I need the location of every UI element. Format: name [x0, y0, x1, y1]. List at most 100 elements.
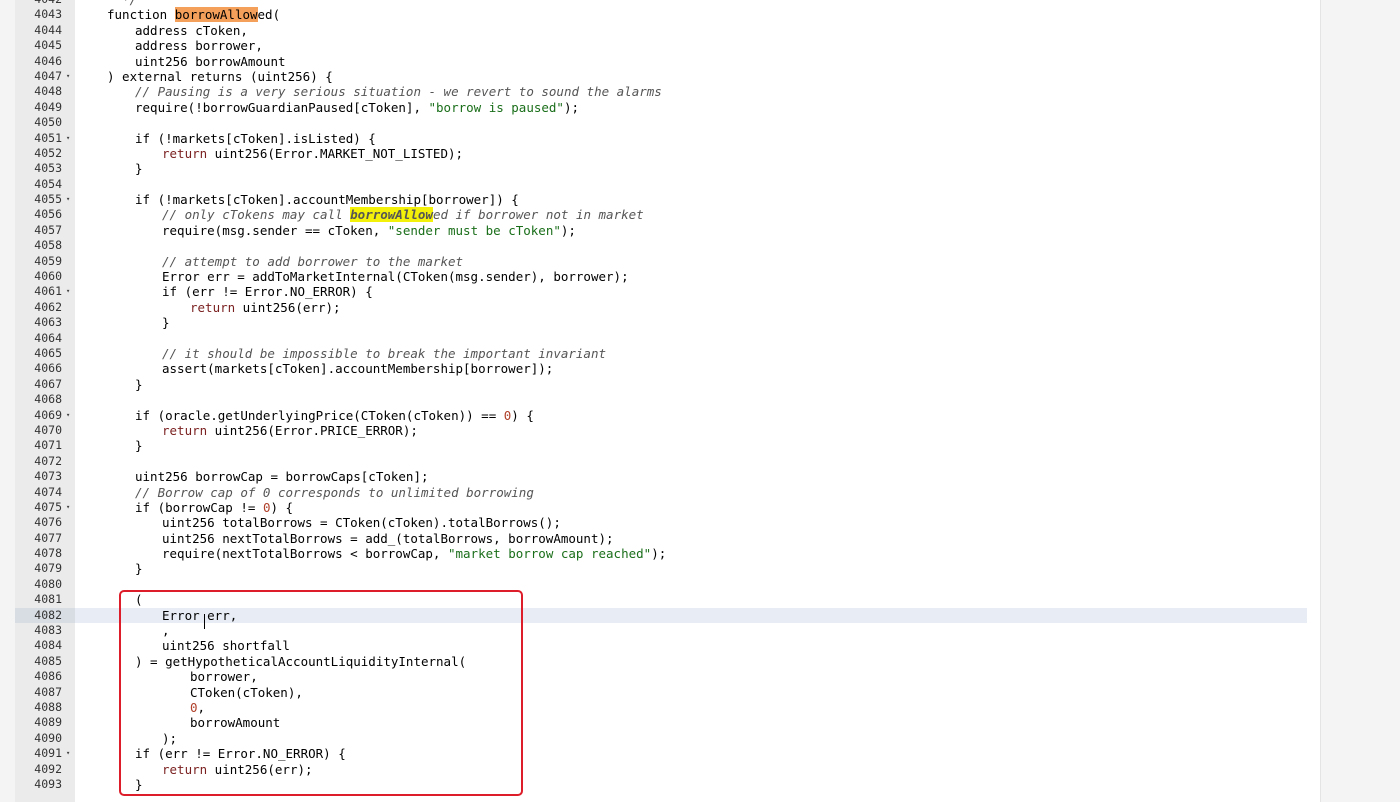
- code-text: }: [135, 438, 143, 453]
- code-text: // Borrow cap of 0 corresponds to unlimi…: [135, 485, 534, 500]
- code-line[interactable]: 4072: [15, 454, 1307, 469]
- annotation-highlight-box: [119, 590, 523, 796]
- code-line[interactable]: 4074 // Borrow cap of 0 corresponds to un…: [15, 485, 1307, 500]
- fold-toggle-icon[interactable]: ▾: [66, 131, 70, 146]
- line-number: 4084: [34, 638, 62, 653]
- code-line[interactable]: 4076 uint256 totalBorrows = CToken(cToken…: [15, 515, 1307, 530]
- code-line[interactable]: 4058: [15, 238, 1307, 253]
- fold-toggle-icon[interactable]: ▾: [66, 746, 70, 761]
- code-line[interactable]: 4045 address borrower,: [15, 38, 1307, 53]
- code-line[interactable]: 4053}: [15, 161, 1307, 176]
- code-line[interactable]: 4046 uint256 borrowAmount: [15, 54, 1307, 69]
- line-number: 4064: [34, 330, 62, 345]
- code-line[interactable]: 4051 ▾ if (!markets[cToken].isListed) {: [15, 131, 1307, 146]
- code-line[interactable]: 4048 // Pausing is a very serious situati…: [15, 84, 1307, 99]
- line-number: 4087: [34, 684, 62, 699]
- code-line[interactable]: 4056 // only cTokens may call borrowAllow…: [15, 207, 1307, 223]
- code-line[interactable]: 4063}: [15, 315, 1307, 330]
- line-number: 4051: [34, 130, 62, 145]
- line-number: 4089: [34, 715, 62, 730]
- line-number: 4066: [34, 361, 62, 376]
- code-line[interactable]: 4064: [15, 331, 1307, 346]
- line-number: 4083: [34, 623, 62, 638]
- code-line[interactable]: 4042 */: [15, 0, 1307, 7]
- code-token: if (borrowCap !=: [135, 499, 263, 515]
- code-token: borrowAllow: [350, 207, 433, 223]
- code-token: if (oracle.getUnderlyingPrice(CToken(cTo…: [135, 407, 504, 423]
- code-token: if (err != Error.NO_ERROR) {: [162, 284, 373, 300]
- line-number: 4043: [34, 7, 62, 22]
- fold-toggle-icon[interactable]: ▾: [66, 408, 70, 423]
- code-line[interactable]: 4057 require(msg.sender == cToken, "sende…: [15, 223, 1307, 238]
- code-token: // it should be impossible to break the …: [162, 345, 607, 361]
- line-number: 4090: [34, 730, 62, 745]
- line-number: 4042: [15, 0, 62, 7]
- code-line[interactable]: 4047 ▾) external returns (uint256) {: [15, 69, 1307, 84]
- line-number: 4092: [34, 761, 62, 776]
- line-number: 4072: [34, 453, 62, 468]
- code-line[interactable]: 4062 return uint256(err);: [15, 300, 1307, 315]
- code-token: ) external returns (uint256) {: [107, 68, 333, 84]
- fold-toggle-icon[interactable]: ▾: [66, 69, 70, 84]
- code-line[interactable]: 4073 uint256 borrowCap = borrowCaps[cToke…: [15, 469, 1307, 484]
- code-line[interactable]: 4069 ▾ if (oracle.getUnderlyingPrice(CToke…: [15, 408, 1307, 423]
- code-line[interactable]: 4079}: [15, 561, 1307, 576]
- code-line[interactable]: 4044 address cToken,: [15, 23, 1307, 38]
- code-token: }: [135, 376, 143, 392]
- code-token: uint256(Error.PRICE_ERROR);: [207, 422, 418, 438]
- code-token: uint256 totalBorrows = CToken(cToken).to…: [162, 515, 561, 531]
- code-line[interactable]: 4066 assert(markets[cToken].accountMember…: [15, 361, 1307, 376]
- line-number: 4054: [34, 176, 62, 191]
- code-token: ) {: [511, 407, 534, 423]
- code-line[interactable]: 4065 // it should be impossible to break …: [15, 346, 1307, 361]
- code-token: "market borrow cap reached": [447, 546, 652, 562]
- code-token: ) {: [270, 499, 294, 515]
- code-line[interactable]: 4078 require(nextTotalBorrows < borrowCap…: [15, 546, 1307, 561]
- code-token: // Borrow cap of 0 corresponds to unlimi…: [135, 484, 534, 500]
- code-line[interactable]: 4068: [15, 392, 1307, 407]
- code-line[interactable]: 4049 require(!borrowGuardianPaused[cToken…: [15, 100, 1307, 115]
- line-number: 4086: [34, 669, 62, 684]
- code-line[interactable]: 4059 // attempt to add borrower to the ma…: [15, 254, 1307, 269]
- code-line[interactable]: 4054: [15, 177, 1307, 192]
- code-text: uint256 borrowAmount: [135, 54, 286, 69]
- code-token: );: [563, 99, 580, 115]
- line-number: 4075: [34, 499, 62, 514]
- line-number: 4069: [34, 407, 62, 422]
- code-line[interactable]: 4061 ▾ if (err != Error.NO_ERROR) {: [15, 284, 1307, 299]
- code-line[interactable]: 4050: [15, 115, 1307, 130]
- code-token: return: [190, 299, 236, 315]
- fold-toggle-icon[interactable]: ▾: [66, 284, 70, 299]
- code-line[interactable]: 4071}: [15, 438, 1307, 453]
- code-token: assert(markets[cToken].accountMembership…: [162, 361, 554, 377]
- code-token: "borrow is paused": [428, 99, 564, 115]
- code-token: function: [107, 7, 175, 23]
- code-text: }: [135, 561, 143, 576]
- code-line[interactable]: 4052 return uint256(Error.MARKET_NOT_LIST…: [15, 146, 1307, 161]
- fold-toggle-icon[interactable]: ▾: [66, 192, 70, 207]
- code-line[interactable]: 4075 ▾ if (borrowCap != 0) {: [15, 500, 1307, 515]
- code-line[interactable]: 4060 Error err = addToMarketInternal(CTok…: [15, 269, 1307, 284]
- code-line[interactable]: 4055 ▾ if (!markets[cToken].accountMembers…: [15, 192, 1307, 207]
- code-line[interactable]: 4070 return uint256(Error.PRICE_ERROR);: [15, 423, 1307, 438]
- fold-toggle-icon[interactable]: ▾: [66, 500, 70, 515]
- code-token: require(msg.sender == cToken,: [162, 222, 388, 238]
- line-number: 4059: [34, 253, 62, 268]
- code-token: require(!borrowGuardianPaused[cToken],: [135, 99, 429, 115]
- line-number: 4067: [34, 376, 62, 391]
- line-number: 4088: [34, 699, 62, 714]
- line-number: 4080: [34, 576, 62, 591]
- code-text: }: [162, 315, 170, 330]
- code-token: uint256 nextTotalBorrows = add_(totalBor…: [162, 530, 614, 546]
- code-text: // Pausing is a very serious situation -…: [135, 84, 662, 99]
- right-panel[interactable]: [1320, 0, 1400, 802]
- code-token: );: [560, 222, 576, 238]
- code-editor[interactable]: 4042 */4043function borrowAllowed(4044ad…: [15, 0, 1307, 802]
- code-text: uint256 borrowCap = borrowCaps[cToken];: [135, 469, 429, 484]
- code-line[interactable]: 4067}: [15, 377, 1307, 392]
- code-token: uint256 borrowCap = borrowCaps[cToken];: [135, 469, 429, 485]
- code-line[interactable]: 4043 function borrowAllowed(: [15, 7, 1307, 23]
- code-token: address cToken,: [135, 22, 248, 38]
- line-number: 4093: [34, 776, 62, 791]
- code-line[interactable]: 4077 uint256 nextTotalBorrows = add_(tota…: [15, 531, 1307, 546]
